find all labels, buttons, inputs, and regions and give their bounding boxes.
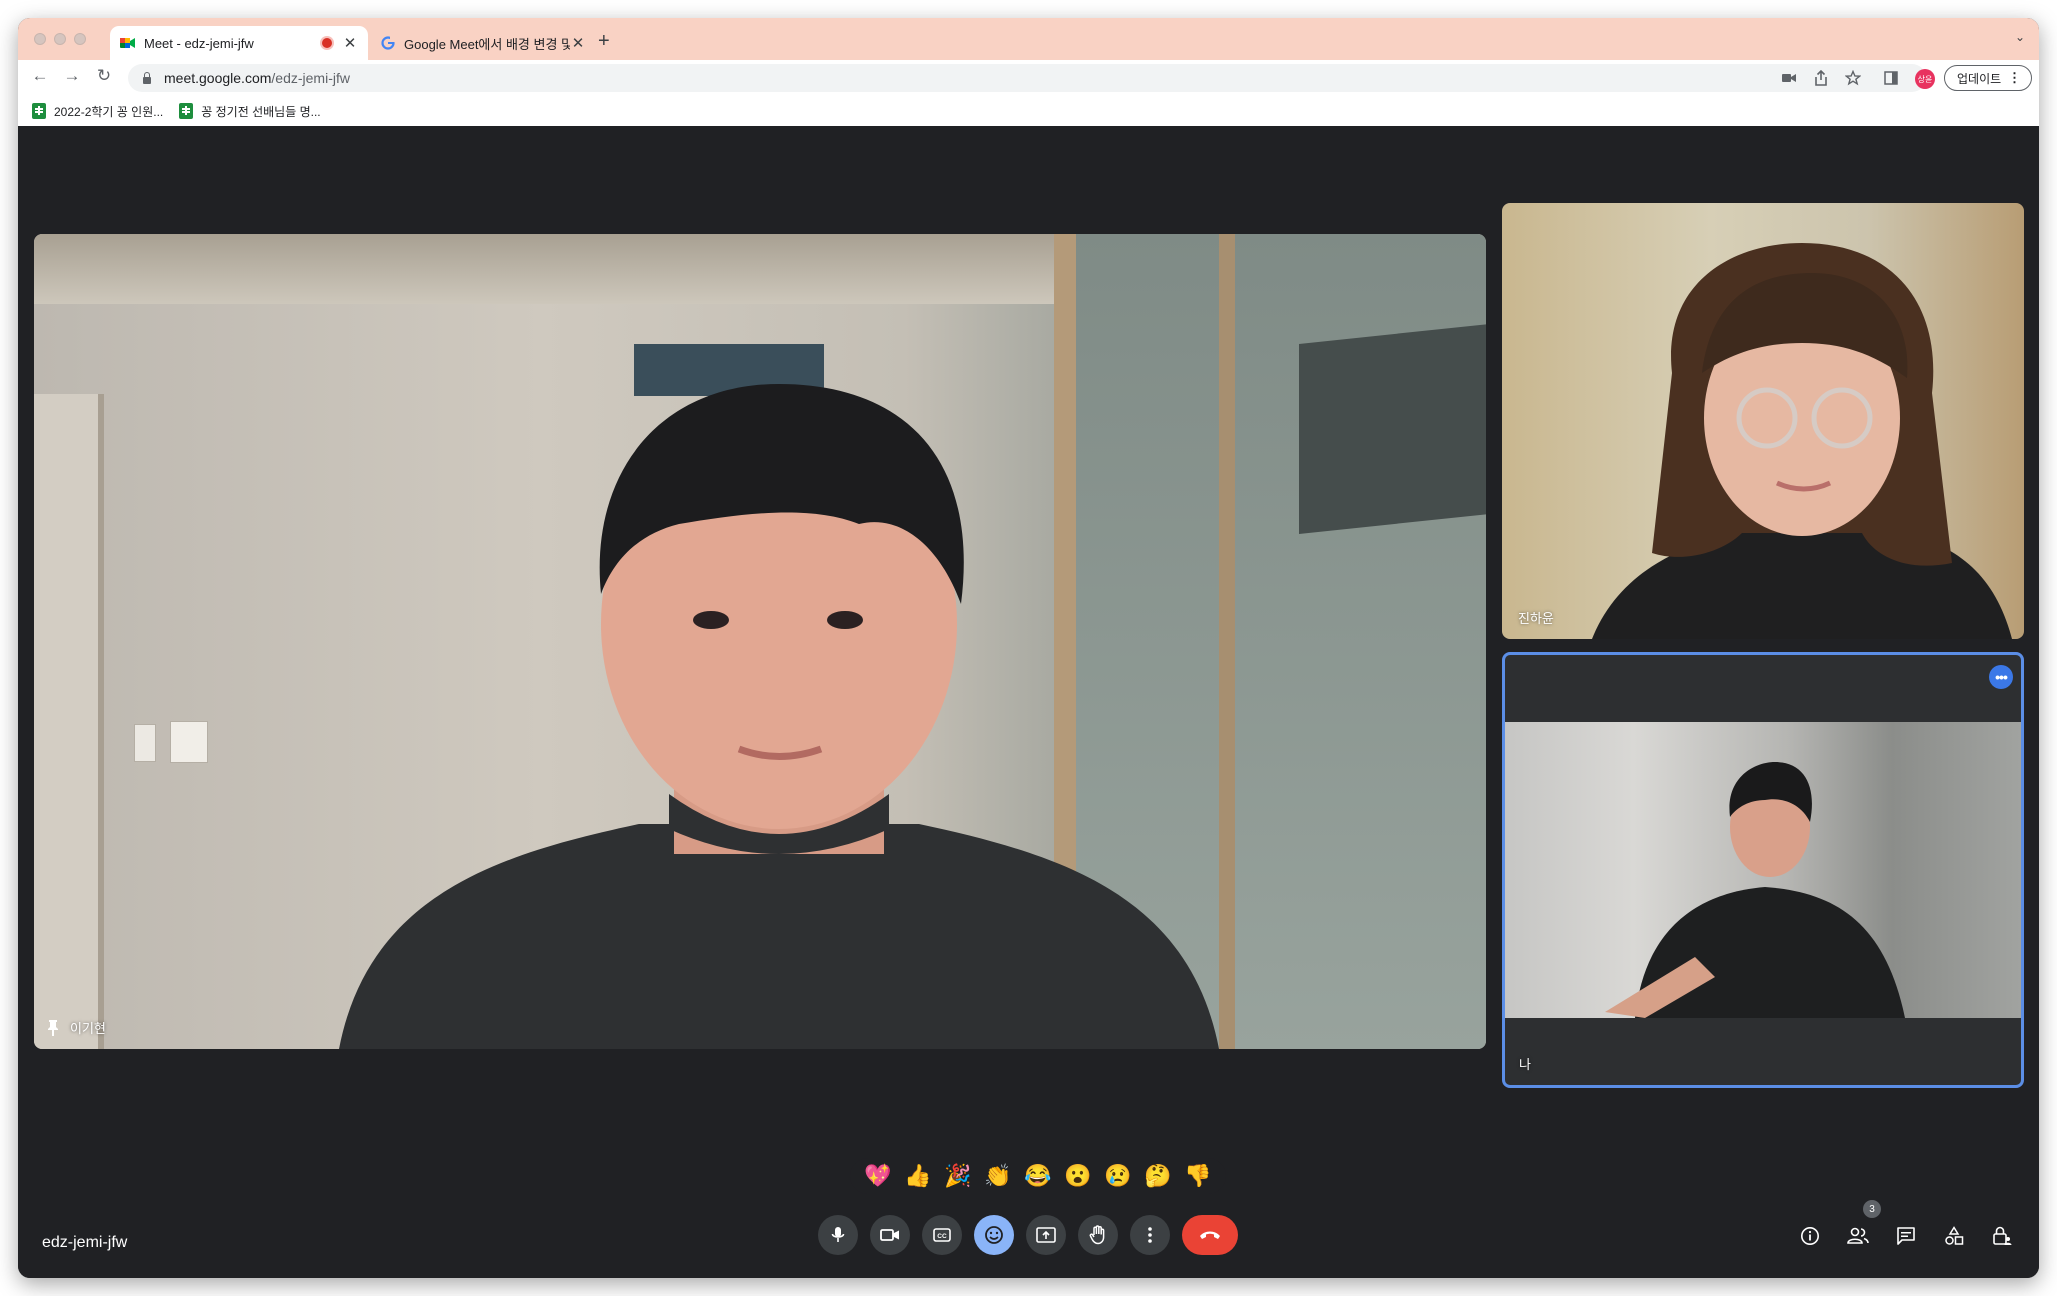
microphone-button[interactable] (818, 1215, 858, 1255)
raise-hand-button[interactable] (1078, 1215, 1118, 1255)
pin-icon[interactable] (46, 1019, 60, 1037)
hang-up-icon (1200, 1231, 1220, 1239)
tab-title: Google Meet에서 배경 변경 및 시 (404, 36, 570, 52)
menu-dots-icon: ⋮ (2008, 70, 2021, 85)
address-bar[interactable]: meet.google.com/edz-jemi-jfw (128, 64, 1926, 92)
reaction-thinking[interactable]: 🤔 (1138, 1158, 1178, 1194)
lock-person-icon (1993, 1226, 2012, 1245)
participant-video (1592, 243, 2012, 639)
self-video (1505, 722, 2021, 1018)
new-tab-button[interactable]: + (598, 30, 610, 53)
reaction-thumbs-up[interactable]: 👍 (898, 1158, 938, 1194)
svg-text:CC: CC (937, 1233, 947, 1240)
close-tab-icon[interactable]: ✕ (342, 34, 358, 52)
reaction-thumbs-down[interactable]: 👎 (1178, 1158, 1218, 1194)
tab-strip: Meet - edz-jemi-jfw ✕ Google Meet에서 배경 변… (18, 18, 2039, 60)
share-icon[interactable] (1812, 69, 1830, 87)
captions-button[interactable]: CC (922, 1215, 962, 1255)
video-background (34, 394, 104, 1049)
shapes-icon (1945, 1226, 1964, 1245)
browser-window: Meet - edz-jemi-jfw ✕ Google Meet에서 배경 변… (18, 18, 2039, 1278)
zoom-window-button[interactable] (74, 33, 86, 45)
close-tab-icon[interactable]: ✕ (570, 34, 586, 52)
bookmark-item[interactable]: 꽁 정기전 선배님들 명... (179, 103, 321, 120)
side-panel-icon[interactable] (1882, 69, 1900, 87)
tab-meet[interactable]: Meet - edz-jemi-jfw ✕ (110, 26, 368, 60)
url-host: meet.google.com (164, 70, 272, 86)
reaction-clap[interactable]: 👏 (978, 1158, 1018, 1194)
recording-indicator-icon (322, 38, 332, 48)
camera-icon (880, 1229, 899, 1241)
vertical-dots-icon (1148, 1227, 1152, 1243)
present-screen-button[interactable] (1026, 1215, 1066, 1255)
meeting-details-button[interactable] (1796, 1222, 1824, 1250)
google-icon (380, 35, 396, 51)
chat-button[interactable] (1892, 1222, 1920, 1250)
video-background (170, 721, 208, 763)
forward-arrow-icon[interactable]: → (60, 66, 84, 86)
participant-tile-self[interactable]: ••• 나 (1502, 652, 2024, 1088)
participant-name: 이기현 (70, 1021, 106, 1036)
present-icon (1036, 1227, 1056, 1243)
smiley-icon (985, 1226, 1003, 1244)
sheets-icon (179, 103, 194, 119)
back-arrow-icon[interactable]: ← (28, 66, 52, 86)
participant-tile-main[interactable]: 이기현 (34, 234, 1486, 1049)
browser-toolbar: ← → ↻ meet.google.com/edz-jemi-jfw 상윤 업데… (18, 60, 2039, 96)
lock-icon (142, 72, 152, 84)
meet-stage: 이기현 진하윤 ••• 나 💖 👍 🎉 👏 😂 😮 😢 🤔 👎 edz-jemi… (18, 126, 2039, 1278)
participant-video (339, 384, 1219, 1049)
participant-count-badge: 3 (1863, 1200, 1881, 1218)
people-icon (1847, 1227, 1869, 1244)
microphone-icon (831, 1227, 845, 1242)
participant-video (1605, 762, 1905, 1018)
bookmark-label: 2022-2학기 꽁 인원... (54, 104, 164, 119)
participant-name: 진하윤 (1518, 611, 1554, 626)
hand-icon (1089, 1225, 1105, 1245)
bookmark-item[interactable]: 2022-2학기 꽁 인원... (32, 103, 163, 120)
bookmark-star-icon[interactable] (1844, 69, 1862, 87)
more-options-button[interactable] (1130, 1215, 1170, 1255)
chat-icon (1897, 1227, 1915, 1245)
people-button[interactable] (1844, 1222, 1872, 1250)
update-button[interactable]: 업데이트 ⋮ (1944, 65, 2032, 91)
reactions-bar: 💖 👍 🎉 👏 😂 😮 😢 🤔 👎 (850, 1158, 1226, 1194)
reaction-sad[interactable]: 😢 (1098, 1158, 1138, 1194)
url-path: /edz-jemi-jfw (271, 70, 350, 86)
info-icon (1801, 1227, 1819, 1245)
participant-name: 나 (1519, 1057, 1531, 1072)
tab-title: Meet - edz-jemi-jfw (144, 35, 254, 51)
video-background (134, 724, 156, 762)
camera-in-use-icon[interactable] (1780, 69, 1798, 87)
video-background (1299, 324, 1486, 534)
meeting-code: edz-jemi-jfw (42, 1234, 128, 1251)
captions-icon: CC (933, 1228, 951, 1242)
participant-tile-side[interactable]: 진하윤 (1502, 203, 2024, 639)
host-controls-button[interactable] (1988, 1222, 2016, 1250)
reaction-laugh[interactable]: 😂 (1018, 1158, 1058, 1194)
close-window-button[interactable] (34, 33, 46, 45)
meet-icon (120, 35, 136, 51)
leave-call-button[interactable] (1182, 1215, 1238, 1255)
sheets-icon (32, 103, 46, 119)
activities-button[interactable] (1940, 1222, 1968, 1250)
reaction-heart[interactable]: 💖 (858, 1158, 898, 1194)
reaction-party[interactable]: 🎉 (938, 1158, 978, 1194)
profile-avatar[interactable]: 상윤 (1915, 69, 1935, 89)
more-options-icon[interactable]: ••• (1989, 665, 2013, 689)
update-label: 업데이트 (1957, 71, 2002, 86)
video-background (1219, 234, 1235, 1049)
minimize-window-button[interactable] (54, 33, 66, 45)
emoji-reactions-button[interactable] (974, 1215, 1014, 1255)
video-background (34, 234, 1054, 304)
tab-search-chevron-icon[interactable]: ⌄ (2015, 30, 2025, 44)
reaction-surprised[interactable]: 😮 (1058, 1158, 1098, 1194)
tab-help-article[interactable]: Google Meet에서 배경 변경 및 시 ✕ (370, 26, 596, 60)
bookmark-label: 꽁 정기전 선배님들 명... (201, 104, 321, 119)
reload-icon[interactable]: ↻ (92, 66, 116, 86)
bookmarks-bar: 2022-2학기 꽁 인원... 꽁 정기전 선배님들 명... (18, 96, 2039, 126)
camera-button[interactable] (870, 1215, 910, 1255)
